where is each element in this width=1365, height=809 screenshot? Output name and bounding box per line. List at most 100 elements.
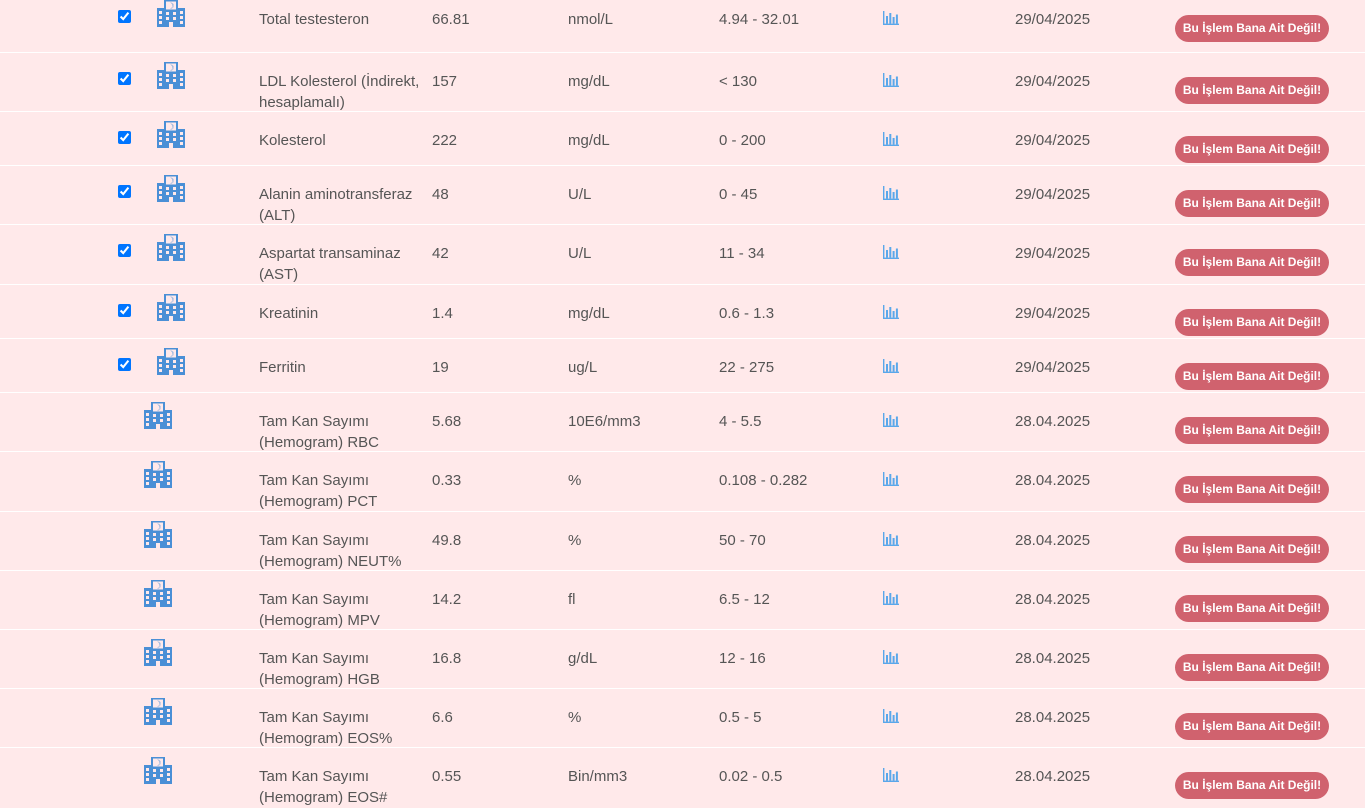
result-value: 14.2: [432, 591, 462, 608]
svg-text:☽: ☽: [167, 236, 174, 245]
result-date: 29/04/2025: [1015, 359, 1091, 376]
not-my-record-button[interactable]: Bu İşlem Bana Ait Değil!: [1175, 536, 1329, 563]
bar-chart-icon[interactable]: [883, 650, 899, 664]
test-name: Tam Kan Sayımı (Hemogram) MPV: [259, 591, 380, 629]
bar-chart-icon[interactable]: [883, 305, 899, 319]
bar-chart-icon[interactable]: [883, 768, 899, 782]
svg-text:☽: ☽: [154, 404, 161, 413]
hospital-building-icon: ☽: [144, 461, 172, 488]
table-row: ☽ Tam Kan Sayımı (Hemogram) MPV 14.2 fl …: [0, 571, 1365, 630]
svg-text:☽: ☽: [167, 2, 174, 11]
not-my-record-button[interactable]: Bu İşlem Bana Ait Değil!: [1175, 654, 1329, 681]
table-row: ☽ Tam Kan Sayımı (Hemogram) RBC 5.68 10E…: [0, 393, 1365, 452]
not-my-record-button[interactable]: Bu İşlem Bana Ait Değil!: [1175, 249, 1329, 276]
row-select-checkbox[interactable]: [118, 185, 131, 198]
bar-chart-icon[interactable]: [883, 472, 899, 486]
reference-range: 4 - 5.5: [719, 413, 762, 430]
row-select-checkbox[interactable]: [118, 358, 131, 371]
result-date: 28.04.2025: [1015, 650, 1091, 667]
bar-chart-icon[interactable]: [883, 73, 899, 87]
result-value: 49.8: [432, 532, 462, 549]
table-row: ☽ Alanin aminotransferaz (ALT) 48 U/L 0 …: [0, 166, 1365, 225]
table-row: ☽ Kreatinin 1.4 mg/dL 0.6 - 1.3 29/04/20…: [0, 285, 1365, 339]
reference-range: 22 - 275: [719, 359, 775, 376]
hospital-building-icon: ☽: [144, 402, 172, 429]
row-select-checkbox[interactable]: [118, 244, 131, 257]
result-value: 16.8: [432, 650, 462, 667]
svg-text:☽: ☽: [154, 641, 161, 650]
result-date: 29/04/2025: [1015, 305, 1091, 322]
bar-chart-icon[interactable]: [883, 245, 899, 259]
result-date: 29/04/2025: [1015, 73, 1091, 90]
result-unit: Bin/mm3: [568, 768, 628, 785]
result-date: 28.04.2025: [1015, 472, 1091, 489]
test-name: Tam Kan Sayımı (Hemogram) PCT: [259, 472, 378, 510]
test-name: Kolesterol: [259, 132, 326, 149]
reference-range: 0.5 - 5: [719, 709, 762, 726]
bar-chart-icon[interactable]: [883, 186, 899, 200]
result-unit: U/L: [568, 245, 592, 262]
result-date: 28.04.2025: [1015, 709, 1091, 726]
row-select-checkbox[interactable]: [118, 10, 131, 23]
not-my-record-button[interactable]: Bu İşlem Bana Ait Değil!: [1175, 190, 1329, 217]
reference-range: 0 - 45: [719, 186, 758, 203]
result-unit: mg/dL: [568, 73, 610, 90]
not-my-record-button[interactable]: Bu İşlem Bana Ait Değil!: [1175, 772, 1329, 799]
result-unit: fl: [568, 591, 576, 608]
bar-chart-icon[interactable]: [883, 132, 899, 146]
result-value: 0.33: [432, 472, 462, 489]
test-name: Tam Kan Sayımı (Hemogram) EOS#: [259, 768, 388, 806]
not-my-record-button[interactable]: Bu İşlem Bana Ait Değil!: [1175, 595, 1329, 622]
bar-chart-icon[interactable]: [883, 11, 899, 25]
bar-chart-icon[interactable]: [883, 359, 899, 373]
svg-text:☽: ☽: [154, 463, 161, 472]
result-value: 6.6: [432, 709, 453, 726]
result-value: 48: [432, 186, 449, 203]
hospital-building-icon: ☽: [157, 62, 185, 89]
result-date: 28.04.2025: [1015, 413, 1091, 430]
not-my-record-button[interactable]: Bu İşlem Bana Ait Değil!: [1175, 713, 1329, 740]
result-unit: g/dL: [568, 650, 598, 667]
result-date: 28.04.2025: [1015, 591, 1091, 608]
not-my-record-button[interactable]: Bu İşlem Bana Ait Değil!: [1175, 417, 1329, 444]
result-date: 29/04/2025: [1015, 132, 1091, 149]
not-my-record-button[interactable]: Bu İşlem Bana Ait Değil!: [1175, 77, 1329, 104]
hospital-building-icon: ☽: [157, 234, 185, 261]
hospital-building-icon: ☽: [144, 757, 172, 784]
row-select-checkbox[interactable]: [118, 131, 131, 144]
hospital-building-icon: ☽: [157, 121, 185, 148]
svg-text:☽: ☽: [167, 350, 174, 359]
result-date: 29/04/2025: [1015, 245, 1091, 262]
bar-chart-icon[interactable]: [883, 532, 899, 546]
result-value: 42: [432, 245, 449, 262]
result-date: 28.04.2025: [1015, 532, 1091, 549]
not-my-record-button[interactable]: Bu İşlem Bana Ait Değil!: [1175, 363, 1329, 390]
row-select-checkbox[interactable]: [118, 72, 131, 85]
not-my-record-button[interactable]: Bu İşlem Bana Ait Değil!: [1175, 476, 1329, 503]
row-select-checkbox[interactable]: [118, 304, 131, 317]
not-my-record-button[interactable]: Bu İşlem Bana Ait Değil!: [1175, 309, 1329, 336]
svg-text:☽: ☽: [154, 700, 161, 709]
test-name: Total testesteron: [259, 11, 370, 28]
hospital-building-icon: ☽: [144, 698, 172, 725]
reference-range: 4.94 - 32.01: [719, 11, 800, 28]
test-name: Tam Kan Sayımı (Hemogram) NEUT%: [259, 532, 402, 570]
svg-text:☽: ☽: [167, 177, 174, 186]
bar-chart-icon[interactable]: [883, 591, 899, 605]
hospital-building-icon: ☽: [157, 0, 185, 27]
svg-text:☽: ☽: [154, 582, 161, 591]
result-date: 29/04/2025: [1015, 186, 1091, 203]
bar-chart-icon[interactable]: [883, 413, 899, 427]
svg-text:☽: ☽: [154, 759, 161, 768]
result-unit: %: [568, 532, 582, 549]
test-name: Tam Kan Sayımı (Hemogram) HGB: [259, 650, 380, 688]
table-row: ☽ Tam Kan Sayımı (Hemogram) EOS# 0.55 Bi…: [0, 748, 1365, 809]
result-unit: U/L: [568, 186, 592, 203]
not-my-record-button[interactable]: Bu İşlem Bana Ait Değil!: [1175, 15, 1329, 42]
result-unit: ug/L: [568, 359, 598, 376]
result-value: 0.55: [432, 768, 462, 785]
reference-range: 50 - 70: [719, 532, 766, 549]
bar-chart-icon[interactable]: [883, 709, 899, 723]
not-my-record-button[interactable]: Bu İşlem Bana Ait Değil!: [1175, 136, 1329, 163]
result-value: 66.81: [432, 11, 470, 28]
